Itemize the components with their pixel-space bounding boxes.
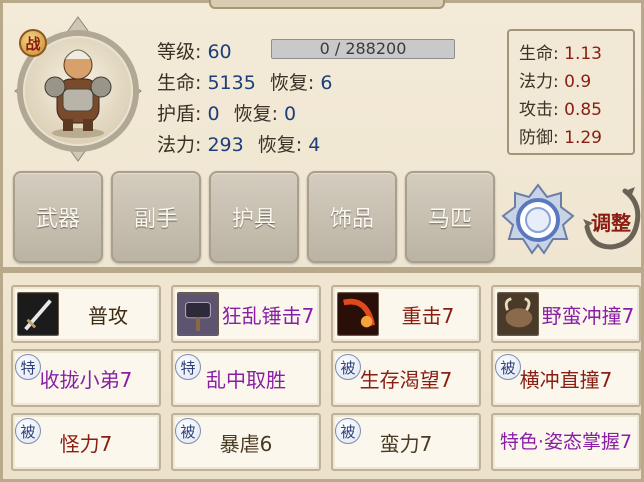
mp-value: 293	[207, 134, 244, 156]
coef-def-value: 1.29	[564, 128, 602, 148]
mp-label: 法力:	[157, 134, 202, 156]
skill-slot-rampage[interactable]: 被 横冲直撞7	[491, 349, 641, 407]
mp-row: 法力: 293 恢复: 4	[157, 130, 320, 157]
exp-bar: 0 / 288200	[271, 39, 455, 59]
top-tab-handle	[209, 0, 445, 9]
hp-regen-value: 6	[320, 72, 333, 94]
skill-name: 狂乱锤击7	[221, 303, 315, 328]
sword-icon	[17, 292, 59, 336]
shield-row: 护盾: 0 恢复: 0	[157, 99, 296, 126]
skill-slot-survival-desire[interactable]: 被 生存渴望7	[331, 349, 481, 407]
equip-armor-button[interactable]: 护具	[209, 171, 299, 263]
hp-row: 生命: 5135 恢复: 6	[157, 68, 332, 95]
hammer-icon	[177, 292, 219, 336]
equip-offhand-button[interactable]: 副手	[111, 171, 201, 263]
coef-atk-value: 0.85	[564, 100, 602, 120]
skill-name: 收拢小弟7	[39, 367, 133, 392]
section-divider	[3, 267, 641, 273]
coef-hp-label: 生命:	[519, 44, 559, 64]
hp-regen-label: 恢复:	[269, 72, 315, 94]
coef-atk-label: 攻击:	[519, 100, 559, 120]
skill-slot-frenzy-hammer[interactable]: 狂乱锤击7	[171, 285, 321, 343]
exp-text: 0 / 288200	[319, 39, 407, 58]
skill-name: 暴虐6	[219, 431, 273, 456]
skill-slot-brute-force[interactable]: 被 蛮力7	[331, 413, 481, 471]
skill-name: 生存渴望7	[359, 367, 453, 392]
coef-mp-label: 法力:	[519, 72, 559, 92]
skill-name: 特色·姿态掌握7	[499, 431, 633, 453]
shield-regen-label: 恢复:	[233, 103, 278, 125]
beast-icon	[497, 292, 539, 336]
coef-atk: 攻击: 0.85	[519, 95, 602, 120]
skills-grid: 普攻 狂乱锤击7 重击7 野蛮冲撞7 特 收拢小弟7 特 乱中取胜 被 生存渴望…	[9, 281, 641, 481]
skill-name: 横冲直撞7	[519, 367, 613, 392]
level-label: 等级:	[157, 41, 202, 63]
emblem-icon[interactable]	[501, 183, 575, 257]
level-row: 等级: 60	[157, 37, 232, 64]
strike-icon	[337, 292, 379, 336]
shield-value: 0	[207, 103, 220, 125]
skill-name: 乱中取胜	[206, 367, 286, 392]
character-panel: 战 等级: 60 0 / 288200 生命: 5135 恢复: 6 护盾: 0…	[0, 0, 644, 482]
mp-regen-value: 4	[308, 134, 321, 156]
hp-value: 5135	[207, 72, 256, 94]
shield-label: 护盾:	[157, 103, 202, 125]
coef-mp-value: 0.9	[564, 72, 592, 92]
skill-slot-tyranny[interactable]: 被 暴虐6	[171, 413, 321, 471]
skill-name: 普攻	[88, 303, 128, 328]
skill-slot-monstrous-strength[interactable]: 被 怪力7	[11, 413, 161, 471]
skill-slot-savage-charge[interactable]: 野蛮冲撞7	[491, 285, 641, 343]
coef-def-label: 防御:	[519, 128, 559, 148]
level-value: 60	[207, 41, 232, 63]
skill-name: 蛮力7	[379, 431, 433, 456]
skill-name: 野蛮冲撞7	[541, 303, 635, 328]
battle-class-badge: 战	[19, 29, 47, 57]
skill-slot-heavy-strike[interactable]: 重击7	[331, 285, 481, 343]
hp-label: 生命:	[157, 72, 202, 94]
coef-mp: 法力: 0.9	[519, 67, 591, 92]
skill-slot-win-in-chaos[interactable]: 特 乱中取胜	[171, 349, 321, 407]
coef-def: 防御: 1.29	[519, 123, 602, 148]
skill-slot-gather-minions[interactable]: 特 收拢小弟7	[11, 349, 161, 407]
adjust-label: 调整	[591, 211, 631, 235]
coef-hp-value: 1.13	[564, 44, 602, 64]
skill-name: 重击7	[401, 303, 455, 328]
equip-weapon-button[interactable]: 武器	[13, 171, 103, 263]
adjust-button[interactable]: 调整	[581, 183, 643, 255]
skill-slot-stance-mastery[interactable]: 特色·姿态掌握7	[491, 413, 641, 471]
skill-name: 怪力7	[59, 431, 113, 456]
hero-portrait[interactable]: 战	[13, 15, 143, 163]
coef-hp: 生命: 1.13	[519, 39, 602, 64]
mp-regen-label: 恢复:	[257, 134, 303, 156]
shield-regen-value: 0	[284, 103, 297, 125]
equip-horse-button[interactable]: 马匹	[405, 171, 495, 263]
growth-coefficients-box: 生命: 1.13 法力: 0.9 攻击: 0.85 防御: 1.29	[507, 29, 635, 155]
skill-slot-basic-attack[interactable]: 普攻	[11, 285, 161, 343]
equip-accessory-button[interactable]: 饰品	[307, 171, 397, 263]
